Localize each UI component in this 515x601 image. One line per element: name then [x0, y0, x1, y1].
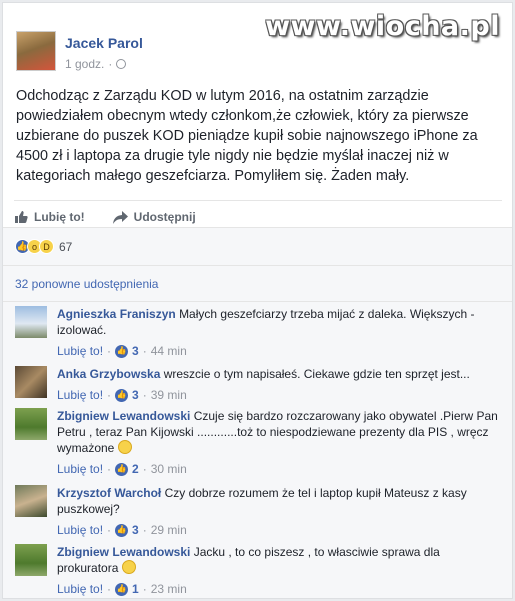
- comment: Anka Grzybowska wreszcie o tym napisałeś…: [15, 366, 502, 403]
- share-label: Udostępnij: [133, 210, 196, 224]
- comment-meta: Lubię to! · 👍 3 · 29 min: [57, 522, 187, 538]
- reactions-summary[interactable]: 👍 o D 67: [3, 227, 512, 265]
- comment-like-count[interactable]: 3: [132, 387, 139, 403]
- commenter-avatar[interactable]: [15, 485, 47, 517]
- comment-time[interactable]: 23 min: [151, 581, 187, 597]
- comment: Agnieszka Franiszyn Małych geszefciarzy …: [15, 306, 502, 359]
- like-badge-icon: 👍: [115, 582, 129, 596]
- post-card: www.wiocha.pl Jacek Parol 1 godz. · Odch…: [2, 2, 513, 599]
- like-badge-icon: 👍: [115, 462, 129, 476]
- comment-like-count[interactable]: 3: [132, 522, 139, 538]
- comment-like-count[interactable]: 1: [132, 581, 139, 597]
- comment-like-button[interactable]: Lubię to!: [57, 522, 103, 538]
- globe-icon: [116, 59, 127, 69]
- comments-section: Agnieszka Franiszyn Małych geszefciarzy …: [3, 301, 512, 598]
- post-time: 1 godz.: [65, 57, 105, 71]
- comment-author[interactable]: Zbigniew Lewandowski: [57, 409, 190, 423]
- comment-time[interactable]: 44 min: [151, 343, 187, 359]
- comment-author[interactable]: Krzysztof Warchoł: [57, 486, 161, 500]
- comment: Krzysztof Warchoł Czy dobrze rozumem że …: [15, 485, 502, 538]
- comment-author[interactable]: Anka Grzybowska: [57, 367, 160, 381]
- post-actions: Lubię to! Udostępnij: [14, 200, 502, 229]
- comment-author[interactable]: Zbigniew Lewandowski: [57, 545, 190, 559]
- post-header: Jacek Parol 1 godz. ·: [16, 31, 143, 71]
- thumbs-up-icon: [15, 211, 28, 223]
- like-badge-icon: 👍: [115, 523, 129, 537]
- comment-time[interactable]: 39 min: [151, 387, 187, 403]
- like-label: Lubię to!: [34, 210, 85, 224]
- commenter-avatar[interactable]: [15, 366, 47, 398]
- confused-face-icon: [121, 560, 136, 574]
- post-timestamp[interactable]: 1 godz. ·: [65, 57, 143, 71]
- commenter-avatar[interactable]: [15, 306, 47, 338]
- author-avatar[interactable]: [16, 31, 56, 71]
- post-author[interactable]: Jacek Parol: [65, 35, 143, 51]
- comment-time[interactable]: 30 min: [151, 461, 187, 477]
- share-arrow-icon: [112, 210, 128, 224]
- comment-meta: Lubię to! · 👍 3 · 39 min: [57, 387, 187, 403]
- comment-meta: Lubię to! · 👍 2 · 30 min: [57, 461, 187, 477]
- like-button[interactable]: Lubię to!: [14, 205, 85, 229]
- reactions-count: 67: [59, 239, 73, 254]
- comment-like-count[interactable]: 2: [132, 461, 139, 477]
- like-badge-icon: 👍: [115, 344, 129, 358]
- commenter-avatar[interactable]: [15, 544, 47, 576]
- comment: Zbigniew Lewandowski Jacku , to co pisze…: [15, 544, 502, 597]
- post-text: Odchodząc z Zarządu KOD w lutym 2016, na…: [16, 88, 478, 184]
- comment-time[interactable]: 29 min: [151, 522, 187, 538]
- commenter-avatar[interactable]: [15, 408, 47, 440]
- comment-like-button[interactable]: Lubię to!: [57, 387, 103, 403]
- watermark: www.wiocha.pl: [265, 11, 500, 42]
- comment-like-count[interactable]: 3: [132, 343, 139, 359]
- haha-reaction-icon: D: [39, 239, 54, 254]
- comment-like-button[interactable]: Lubię to!: [57, 461, 103, 477]
- comment-meta: Lubię to! · 👍 3 · 44 min: [57, 343, 187, 359]
- comment-author[interactable]: Agnieszka Franiszyn: [57, 307, 176, 321]
- shares-link[interactable]: 32 ponowne udostępnienia: [3, 265, 512, 301]
- like-badge-icon: 👍: [115, 388, 129, 402]
- comment: Zbigniew Lewandowski Czuje się bardzo ro…: [15, 408, 502, 477]
- comment-text: wreszcie o tym napisałeś. Ciekawe gdzie …: [163, 367, 470, 381]
- comment-like-button[interactable]: Lubię to!: [57, 343, 103, 359]
- share-button[interactable]: Udostępnij: [112, 205, 196, 229]
- comment-like-button[interactable]: Lubię to!: [57, 581, 103, 597]
- comment-meta: Lubię to! · 👍 1 · 23 min: [57, 581, 187, 597]
- confused-face-icon: [117, 440, 132, 454]
